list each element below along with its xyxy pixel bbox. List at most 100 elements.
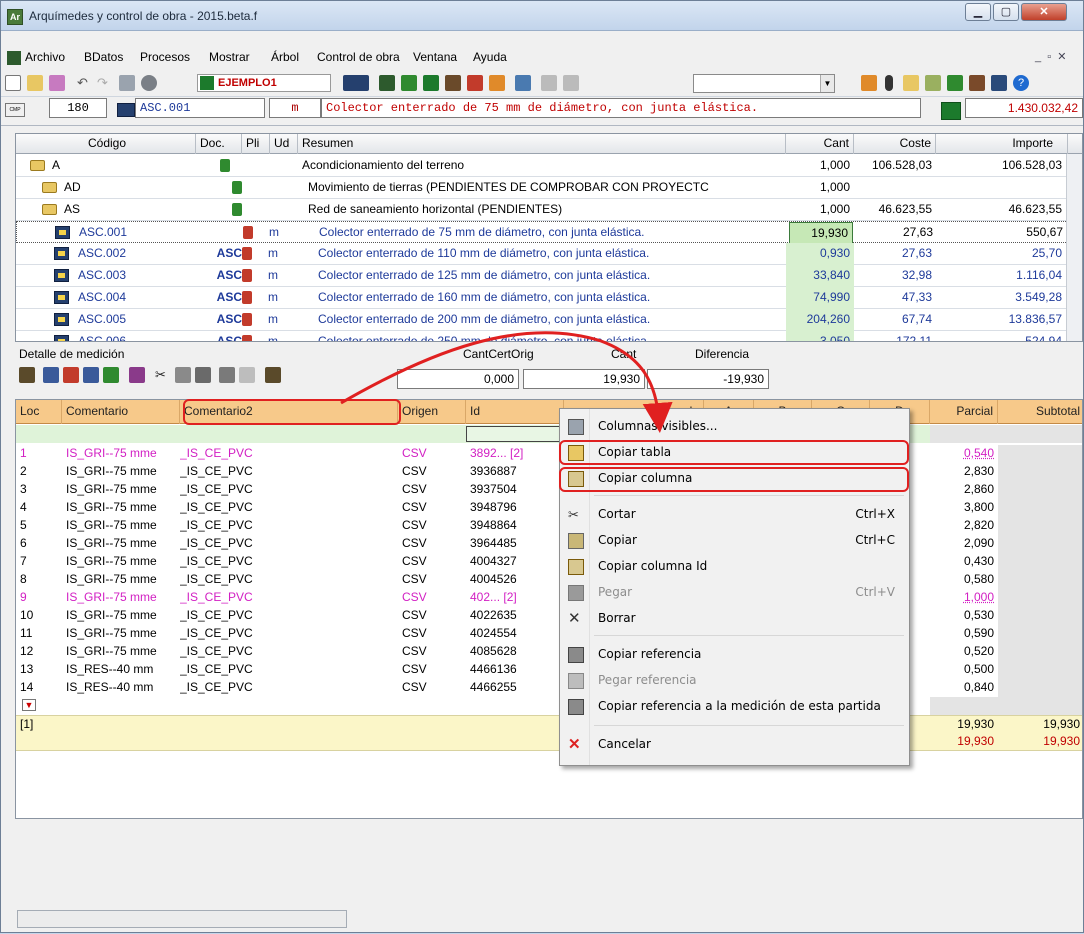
- red-scroll-icon[interactable]: [467, 75, 483, 91]
- tree-row[interactable]: ASC.003 ASC m Colector enterrado de 125 …: [16, 265, 1082, 287]
- menu-archivo[interactable]: Archivo: [25, 50, 65, 64]
- window-b-icon[interactable]: [563, 75, 579, 91]
- cant-cert-orig-field[interactable]: 0,000: [397, 369, 519, 389]
- col-header-ud[interactable]: Ud: [270, 134, 298, 154]
- chart-icon[interactable]: [515, 75, 531, 91]
- col-header-subtotal[interactable]: Subtotal: [998, 400, 1082, 424]
- col-header-pli[interactable]: Pli: [242, 134, 270, 154]
- col-header-code[interactable]: Código: [16, 134, 196, 154]
- filter-row[interactable]: [16, 425, 1082, 443]
- thermometer-icon[interactable]: [885, 75, 893, 91]
- code-field[interactable]: ASC.001: [135, 98, 265, 118]
- tree-icon[interactable]: [379, 75, 395, 91]
- open-folder-icon[interactable]: [27, 75, 43, 91]
- menu-item-copiar-referencia-medicion[interactable]: Copiar referencia a la medición de esta …: [562, 695, 907, 719]
- menu-ventana[interactable]: Ventana: [413, 50, 457, 64]
- measurement-row[interactable]: 11 IS_GRI--75 mme _IS_CE_PVC CSV 4024554…: [16, 625, 1082, 643]
- close-button[interactable]: ✕: [1021, 3, 1067, 21]
- measurement-row[interactable]: 9 IS_GRI--75 mme _IS_CE_PVC CSV 402... […: [16, 589, 1082, 607]
- col-header-cant[interactable]: Cant: [786, 134, 854, 154]
- tree-row[interactable]: ASC.002 ASC m Colector enterrado de 110 …: [16, 243, 1082, 265]
- menu-item-cortar[interactable]: ✂ Cortar Ctrl+X: [562, 503, 907, 527]
- save-icon[interactable]: [119, 75, 135, 91]
- tree-row[interactable]: ASC.005 ASC m Colector enterrado de 200 …: [16, 309, 1082, 331]
- list-check-icon[interactable]: [925, 75, 941, 91]
- measurement-row[interactable]: 3 IS_GRI--75 mme _IS_CE_PVC CSV 3937504 …: [16, 481, 1082, 499]
- paste-reference-icon[interactable]: [239, 367, 255, 383]
- measurement-row[interactable]: 4 IS_GRI--75 mme _IS_CE_PVC CSV 3948796 …: [16, 499, 1082, 517]
- menu-item-copiar-columna-id[interactable]: Copiar columna Id: [562, 555, 907, 579]
- menu-item-copiar[interactable]: Copiar Ctrl+C: [562, 529, 907, 553]
- tree-row[interactable]: AD Movimiento de tierras (PENDIENTES DE …: [16, 177, 1082, 199]
- cut-icon[interactable]: ✂: [155, 367, 171, 383]
- col-header-doc[interactable]: Doc.: [196, 134, 242, 154]
- add-row[interactable]: ▼: [16, 697, 1082, 715]
- col-header-comentario[interactable]: Comentario: [62, 400, 180, 424]
- insert-row-icon[interactable]: [43, 367, 59, 383]
- row-cant[interactable]: 19,930: [789, 222, 853, 244]
- book-icon[interactable]: [129, 367, 145, 383]
- measurement-row[interactable]: 1 IS_GRI--75 mme _IS_CE_PVC CSV 3892... …: [16, 445, 1082, 463]
- menu-procesos[interactable]: Procesos: [140, 50, 190, 64]
- diferencia-field[interactable]: -19,930: [647, 369, 769, 389]
- compact-view-icon[interactable]: CMP: [5, 103, 25, 117]
- add-line-icon[interactable]: ▼: [22, 699, 36, 711]
- edit-icon[interactable]: [49, 75, 65, 91]
- paste-icon[interactable]: [195, 367, 211, 383]
- measurement-row[interactable]: 6 IS_GRI--75 mme _IS_CE_PVC CSV 3964485 …: [16, 535, 1082, 553]
- undo-icon[interactable]: ↶: [77, 75, 93, 91]
- menu-item-cancelar[interactable]: ✕ Cancelar: [562, 733, 907, 757]
- tree-row[interactable]: AS Red de saneamiento horizontal (PENDIE…: [16, 199, 1082, 221]
- measurement-row[interactable]: 13 IS_RES--40 mm _IS_CE_PVC CSV 4466136 …: [16, 661, 1082, 679]
- measurement-row[interactable]: 10 IS_GRI--75 mme _IS_CE_PVC CSV 4022635…: [16, 607, 1082, 625]
- col-header-origen[interactable]: Origen: [398, 400, 466, 424]
- copy-icon[interactable]: [175, 367, 191, 383]
- unit-field[interactable]: m: [269, 98, 321, 118]
- scroll-icon[interactable]: [401, 75, 417, 91]
- redo-icon[interactable]: ↷: [97, 75, 113, 91]
- menu-item-borrar[interactable]: ✕ Borrar: [562, 607, 907, 631]
- menu-item-pegar[interactable]: Pegar Ctrl+V: [562, 581, 907, 605]
- menu-item-pegar-referencia[interactable]: Pegar referencia: [562, 669, 907, 693]
- id-filter-input[interactable]: [466, 426, 560, 442]
- bulldozer-2-icon[interactable]: [265, 367, 281, 383]
- maximize-button[interactable]: ▢: [993, 3, 1019, 21]
- tree-row[interactable]: ASC.004 ASC m Colector enterrado de 160 …: [16, 287, 1082, 309]
- menu-control-de-obra[interactable]: Control de obra: [317, 50, 400, 64]
- insert-concept-icon[interactable]: [343, 75, 369, 91]
- concepts-tree-grid[interactable]: Código Doc. Pli Ud Resumen Cant Coste Im…: [15, 133, 1083, 342]
- measurement-grid[interactable]: Loc Comentario Comentario2 Origen Id Fór…: [15, 399, 1083, 819]
- grid-icon[interactable]: [991, 75, 1007, 91]
- col-header-loc[interactable]: Loc: [16, 400, 62, 424]
- copy-reference-icon[interactable]: [219, 367, 235, 383]
- total-amount-field[interactable]: 1.430.032,42: [965, 98, 1083, 118]
- formula-icon[interactable]: [83, 367, 99, 383]
- paint-icon[interactable]: [489, 75, 505, 91]
- tree-row-selected[interactable]: ASC.001 m Colector enterrado de 75 mm de…: [16, 221, 1082, 244]
- project-selector[interactable]: EJEMPLO1: [197, 74, 331, 92]
- col-header-id[interactable]: Id: [466, 400, 564, 424]
- menu-ayuda[interactable]: Ayuda: [473, 50, 507, 64]
- line-number-field[interactable]: 180: [49, 98, 107, 118]
- title-bar[interactable]: Ar Arquímedes y control de obra - 2015.b…: [1, 1, 1083, 31]
- menu-bdatos[interactable]: BDatos: [84, 50, 123, 64]
- measurement-row[interactable]: 7 IS_GRI--75 mme _IS_CE_PVC CSV 4004327 …: [16, 553, 1082, 571]
- tree-row[interactable]: A Acondicionamiento del terreno 1,000 10…: [16, 155, 1082, 177]
- menu-item-columnas-visibles[interactable]: Columnas visibles...: [562, 415, 907, 439]
- measurement-row[interactable]: 12 IS_GRI--75 mme _IS_CE_PVC CSV 4085628…: [16, 643, 1082, 661]
- measurement-row[interactable]: 5 IS_GRI--75 mme _IS_CE_PVC CSV 3948864 …: [16, 517, 1082, 535]
- book-icon[interactable]: [947, 75, 963, 91]
- col-header-cost[interactable]: Coste: [854, 134, 936, 154]
- menu-mostrar[interactable]: Mostrar: [209, 50, 250, 64]
- mdi-controls[interactable]: _ ▫ ✕: [1035, 50, 1066, 63]
- col-header-amount[interactable]: Importe: [936, 134, 1068, 154]
- bar-chart-icon[interactable]: [969, 75, 985, 91]
- new-file-icon[interactable]: [5, 75, 21, 91]
- window-a-icon[interactable]: [541, 75, 557, 91]
- bulldozer-icon[interactable]: [445, 75, 461, 91]
- check-icon[interactable]: [903, 75, 919, 91]
- minimize-button[interactable]: ▁: [965, 3, 991, 21]
- measurement-row[interactable]: 8 IS_GRI--75 mme _IS_CE_PVC CSV 4004526 …: [16, 571, 1082, 589]
- tree-scrollbar[interactable]: [1066, 154, 1082, 341]
- col-header-parcial[interactable]: Parcial: [930, 400, 998, 424]
